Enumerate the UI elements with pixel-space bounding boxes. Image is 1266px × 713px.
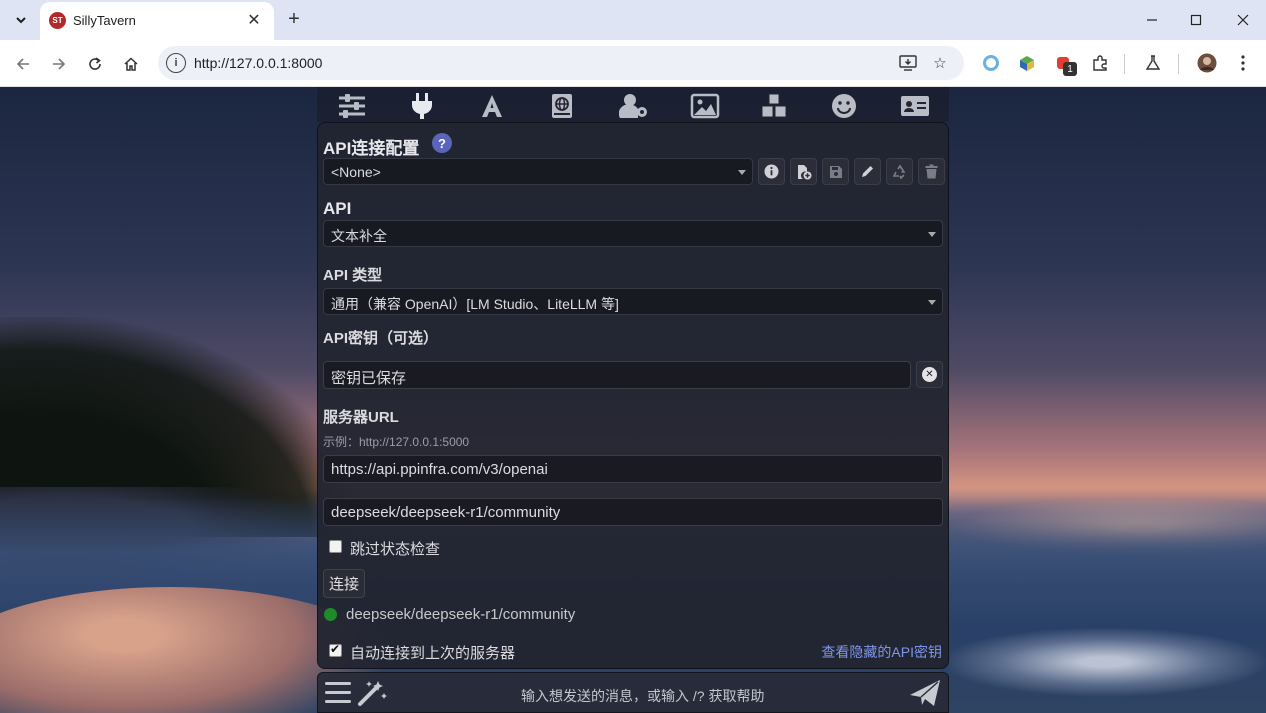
api-key-heading: API密钥（可选） bbox=[323, 330, 439, 347]
extension-cube-icon[interactable] bbox=[1016, 52, 1038, 74]
api-heading: API bbox=[323, 199, 352, 218]
model-id-value: deepseek/deepseek-r1/community bbox=[331, 504, 561, 521]
help-question-icon[interactable]: ? bbox=[432, 133, 452, 153]
font-icon[interactable] bbox=[472, 89, 512, 122]
api-type-heading: API 类型 bbox=[323, 267, 383, 284]
skip-status-check-checkbox[interactable] bbox=[329, 540, 342, 553]
toolbar-divider bbox=[1124, 54, 1125, 74]
server-url-heading: 服务器URL bbox=[323, 409, 399, 426]
rename-profile-pencil-icon[interactable] bbox=[854, 158, 881, 185]
browser-toolbar: i http://127.0.0.1:8000 ☆ 1 bbox=[0, 40, 1266, 87]
close-window-icon[interactable] bbox=[1231, 8, 1255, 32]
cubes-icon[interactable] bbox=[754, 89, 794, 122]
auto-connect-checkbox[interactable] bbox=[329, 642, 342, 657]
extension-badge-count: 1 bbox=[1063, 62, 1077, 76]
extension-ring-icon[interactable] bbox=[980, 52, 1002, 74]
chevron-down-icon bbox=[928, 300, 936, 305]
api-connections-panel: API连接配置 ? <None> API 文本补全 API 类型 通用（兼容 O… bbox=[317, 122, 949, 669]
auto-connect-label: 自动连接到上次的服务器 bbox=[350, 645, 516, 662]
connection-status-dot bbox=[324, 608, 337, 621]
chevron-down-icon bbox=[738, 170, 746, 175]
create-profile-file-plus-icon[interactable] bbox=[790, 158, 817, 185]
magic-wand-icon[interactable] bbox=[356, 679, 388, 707]
api-key-input[interactable]: 密钥已保存 bbox=[323, 361, 911, 389]
user-gear-icon[interactable] bbox=[614, 89, 654, 122]
clear-x-icon: ✕ bbox=[922, 367, 937, 382]
chat-message-input[interactable]: 输入想发送的消息，或输入 /? 获取帮助 bbox=[521, 686, 764, 706]
skip-status-check-label: 跳过状态检查 bbox=[350, 541, 441, 558]
tab-title: SillyTavern bbox=[73, 13, 136, 28]
image-icon[interactable] bbox=[685, 89, 725, 122]
toolbar-divider bbox=[1178, 54, 1179, 74]
api-key-value: 密钥已保存 bbox=[331, 370, 407, 387]
profile-avatar-icon[interactable] bbox=[1196, 52, 1218, 74]
connection-status-text: deepseek/deepseek-r1/community bbox=[346, 606, 576, 623]
send-paper-plane-icon[interactable] bbox=[908, 677, 942, 709]
home-icon[interactable] bbox=[118, 51, 144, 77]
tab-search-chevron-icon[interactable] bbox=[8, 7, 34, 33]
connection-profile-value: <None> bbox=[331, 164, 381, 180]
api-select[interactable]: 文本补全 bbox=[323, 220, 943, 247]
chat-input-bar: 输入想发送的消息，或输入 /? 获取帮助 bbox=[317, 672, 949, 713]
extension-badge-icon[interactable]: 1 bbox=[1053, 52, 1077, 76]
site-info-icon[interactable]: i bbox=[166, 53, 186, 73]
clear-api-key-button[interactable]: ✕ bbox=[916, 361, 943, 388]
book-atlas-icon[interactable] bbox=[542, 89, 582, 122]
smiley-icon[interactable] bbox=[824, 89, 864, 122]
extensions-puzzle-icon[interactable] bbox=[1089, 52, 1111, 74]
reload-profile-recycle-icon[interactable] bbox=[886, 158, 913, 185]
browser-tab-bar: ST SillyTavern ✕ + bbox=[0, 0, 1266, 40]
server-url-hint: 示例：http://127.0.0.1:5000 bbox=[323, 435, 470, 449]
connection-profile-heading: API连接配置 bbox=[323, 139, 420, 158]
delete-profile-trash-icon[interactable] bbox=[918, 158, 945, 185]
back-arrow-icon[interactable] bbox=[10, 51, 36, 77]
options-menu-icon[interactable] bbox=[325, 682, 351, 704]
server-url-value: https://api.ppinfra.com/v3/openai bbox=[331, 461, 548, 478]
api-type-value: 通用（兼容 OpenAI）[LM Studio、LiteLLM 等] bbox=[331, 296, 619, 312]
view-hidden-api-keys-link[interactable]: 查看隐藏的API密钥 bbox=[821, 642, 942, 662]
maximize-icon[interactable] bbox=[1184, 8, 1208, 32]
id-card-icon[interactable] bbox=[895, 89, 935, 122]
address-bar[interactable]: i http://127.0.0.1:8000 ☆ bbox=[158, 46, 964, 80]
api-select-value: 文本补全 bbox=[331, 228, 387, 244]
labs-flask-icon[interactable] bbox=[1142, 52, 1164, 74]
reload-icon[interactable] bbox=[82, 51, 108, 77]
new-tab-button[interactable]: + bbox=[283, 8, 305, 30]
tab-close-icon[interactable]: ✕ bbox=[244, 10, 264, 30]
install-app-icon[interactable] bbox=[898, 53, 918, 73]
address-url[interactable]: http://127.0.0.1:8000 bbox=[194, 55, 322, 71]
browser-menu-icon[interactable] bbox=[1232, 52, 1254, 74]
plug-icon[interactable] bbox=[402, 89, 442, 122]
minimize-icon[interactable] bbox=[1140, 8, 1164, 32]
model-id-input[interactable]: deepseek/deepseek-r1/community bbox=[323, 498, 943, 526]
save-profile-floppy-icon[interactable] bbox=[822, 158, 849, 185]
bookmark-star-icon[interactable]: ☆ bbox=[930, 53, 950, 73]
connect-button[interactable]: 连接 bbox=[323, 569, 365, 598]
wave-foam bbox=[940, 627, 1266, 697]
browser-tab[interactable]: ST SillyTavern ✕ bbox=[40, 2, 274, 40]
chevron-down-icon bbox=[928, 232, 936, 237]
st-top-navbar bbox=[317, 87, 949, 122]
sillytavern-favicon-icon: ST bbox=[49, 12, 66, 29]
api-type-select[interactable]: 通用（兼容 OpenAI）[LM Studio、LiteLLM 等] bbox=[323, 288, 943, 315]
server-url-input[interactable]: https://api.ppinfra.com/v3/openai bbox=[323, 455, 943, 483]
forward-arrow-icon[interactable] bbox=[46, 51, 72, 77]
sliders-icon[interactable] bbox=[332, 89, 372, 122]
profile-info-button[interactable] bbox=[758, 158, 785, 185]
connection-profile-select[interactable]: <None> bbox=[323, 158, 753, 185]
